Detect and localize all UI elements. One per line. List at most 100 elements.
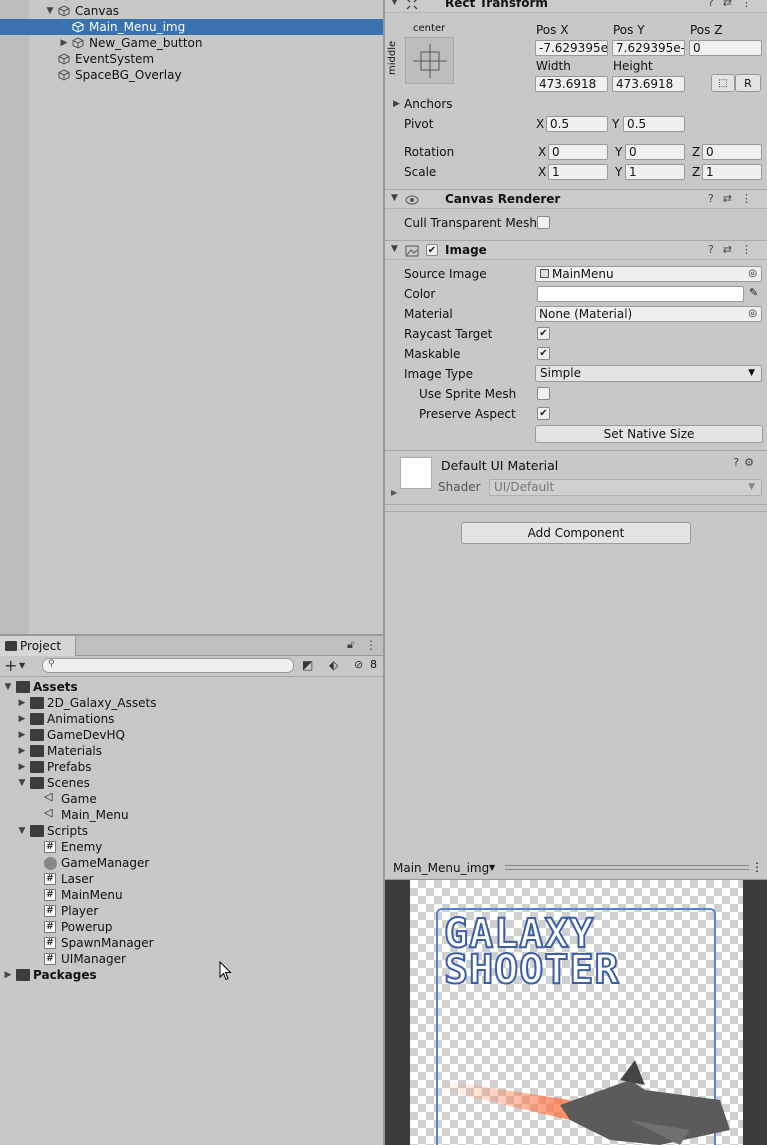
hierarchy-item-spacebg-overlay[interactable]: SpaceBG_Overlay [0, 67, 383, 83]
preserve-aspect-checkbox[interactable]: ✔ [537, 407, 550, 420]
raw-edit-button[interactable]: R [735, 74, 761, 92]
project-item-mainmenu[interactable]: # MainMenu [0, 887, 383, 903]
source-image-field[interactable]: MainMenu ◎ [535, 266, 762, 282]
rotation-y-field[interactable]: 0 [625, 144, 685, 160]
fold-arrow-icon[interactable]: ▼ [391, 0, 398, 7]
set-native-size-button[interactable]: Set Native Size [535, 425, 763, 443]
expand-arrow-icon[interactable]: ▼ [16, 775, 28, 791]
expand-arrow-icon[interactable]: ▶ [16, 711, 28, 727]
chevron-down-icon[interactable]: ▼ [19, 661, 25, 670]
lock-icon[interactable]: 🔓︎ [347, 638, 354, 652]
pos-z-field[interactable]: 0 [689, 40, 762, 56]
hidden-packages-icon[interactable]: ⊘ [354, 658, 363, 671]
project-item-uimanager[interactable]: # UIManager [0, 951, 383, 967]
raycast-target-checkbox[interactable]: ✔ [537, 327, 550, 340]
kebab-menu-icon[interactable]: ⋮ [365, 638, 377, 652]
search-input[interactable]: ⚲ [42, 658, 294, 673]
fold-arrow-icon[interactable]: ▼ [391, 193, 398, 203]
project-item-main-menu[interactable]: ◁ Main_Menu [0, 807, 383, 823]
project-item-player[interactable]: # Player [0, 903, 383, 919]
project-item-gamedevhq[interactable]: ▶ GameDevHQ [0, 727, 383, 743]
expand-arrow-icon[interactable]: ▶ [16, 743, 28, 759]
anchors-label[interactable]: Anchors [404, 97, 453, 111]
expand-arrow-icon[interactable]: ▶ [16, 727, 28, 743]
expand-arrow-icon[interactable]: ▶ [16, 695, 28, 711]
shader-dropdown[interactable]: UI/Default ▼ [489, 479, 762, 496]
component-menu-icons[interactable]: ?⇄⋮ [708, 243, 761, 256]
project-item-powerup[interactable]: # Powerup [0, 919, 383, 935]
material-menu-icons[interactable]: ?⚙ [733, 456, 759, 469]
use-sprite-mesh-checkbox[interactable] [537, 387, 550, 400]
material-field[interactable]: None (Material) ◎ [535, 306, 762, 322]
chevron-down-icon[interactable]: ▼ [489, 863, 495, 872]
project-item-2d-galaxy-assets[interactable]: ▶ 2D_Galaxy_Assets [0, 695, 383, 711]
hierarchy-item-main-menu-img[interactable]: Main_Menu_img [0, 19, 383, 35]
preview-drag-handle[interactable] [505, 865, 749, 870]
fold-arrow-icon[interactable]: ▼ [391, 244, 398, 254]
project-item-laser[interactable]: # Laser [0, 871, 383, 887]
tab-project[interactable]: Project [0, 636, 76, 656]
scale-z-field[interactable]: 1 [702, 164, 762, 180]
project-item-enemy[interactable]: # Enemy [0, 839, 383, 855]
pos-y-field[interactable]: 7.629395e-( [612, 40, 685, 56]
create-plus-icon[interactable]: + [4, 656, 17, 675]
object-picker-icon[interactable]: ◎ [748, 307, 757, 321]
maskable-checkbox[interactable]: ✔ [537, 347, 550, 360]
expand-arrow-icon[interactable]: ▼ [44, 3, 56, 19]
expand-arrow-icon[interactable]: ▶ [58, 35, 70, 51]
pivot-x-field[interactable]: 0.5 [546, 116, 608, 132]
folder-icon [5, 641, 17, 651]
project-item-prefabs[interactable]: ▶ Prefabs [0, 759, 383, 775]
project-item-label: SpawnManager [61, 936, 154, 950]
project-item-materials[interactable]: ▶ Materials [0, 743, 383, 759]
hierarchy-item-canvas[interactable]: ▼ Canvas [0, 3, 383, 19]
expand-arrow-icon[interactable]: ▶ [2, 967, 14, 983]
rotation-x-field[interactable]: 0 [548, 144, 608, 160]
expand-arrow-icon[interactable]: ▶ [391, 488, 397, 497]
expand-arrow-icon[interactable]: ▼ [2, 679, 14, 695]
eyedropper-icon[interactable]: ✎ [749, 286, 758, 299]
canvas-renderer-header[interactable]: ▼ Canvas Renderer ?⇄⋮ [385, 189, 767, 209]
preview-title[interactable]: Main_Menu_img [393, 861, 489, 875]
project-item-spawnmanager[interactable]: # SpawnManager [0, 935, 383, 951]
anchor-preset-button[interactable] [405, 37, 454, 84]
project-item-scenes[interactable]: ▼ Scenes [0, 775, 383, 791]
script-icon: # [44, 921, 56, 933]
project-item-scripts[interactable]: ▼ Scripts [0, 823, 383, 839]
hierarchy-item-new-game-button[interactable]: ▶ New_Game_button [0, 35, 383, 51]
expand-arrow-icon[interactable]: ▶ [16, 759, 28, 775]
project-item-game[interactable]: ◁ Game [0, 791, 383, 807]
project-item-gamemanager[interactable]: GameManager [0, 855, 383, 871]
image-type-dropdown[interactable]: Simple ▼ [535, 365, 762, 382]
pivot-y-field[interactable]: 0.5 [623, 116, 685, 132]
scale-y-field[interactable]: 1 [625, 164, 685, 180]
component-menu-icons[interactable]: ?⇄⋮ [708, 0, 761, 9]
expand-arrow-icon[interactable]: ▼ [16, 823, 28, 839]
object-picker-icon[interactable]: ◎ [748, 267, 757, 281]
color-swatch[interactable] [537, 286, 744, 302]
rotation-z-field[interactable]: 0 [702, 144, 762, 160]
component-menu-icons[interactable]: ?⇄⋮ [708, 192, 761, 205]
script-icon: # [44, 953, 56, 965]
kebab-menu-icon[interactable]: ⋮ [751, 860, 763, 874]
project-item-packages[interactable]: ▶ Packages [0, 967, 383, 983]
width-field[interactable]: 473.6918 [535, 76, 608, 92]
filter-by-label-icon[interactable]: ⬖ [329, 658, 338, 672]
anchors-expand-icon[interactable]: ▶ [393, 99, 400, 109]
pos-x-field[interactable]: -7.629395e- [535, 40, 608, 56]
hierarchy-item-eventsystem[interactable]: EventSystem [0, 51, 383, 67]
cull-transparent-mesh-checkbox[interactable] [537, 216, 550, 229]
project-item-animations[interactable]: ▶ Animations [0, 711, 383, 727]
height-field[interactable]: 473.6918 [612, 76, 685, 92]
maskable-label: Maskable [404, 347, 461, 361]
add-component-button[interactable]: Add Component [461, 522, 691, 544]
preview-canvas: GALAXY SHOOTER [410, 880, 743, 1145]
image-enabled-checkbox[interactable]: ✔ [426, 244, 438, 256]
project-item-assets[interactable]: ▼ Assets [0, 679, 383, 695]
filter-by-type-icon[interactable]: ◩ [302, 658, 313, 672]
project-item-label: Main_Menu [61, 808, 129, 822]
rect-transform-header[interactable]: ▼ Rect Transform ?⇄⋮ [385, 0, 767, 13]
image-header[interactable]: ▼ ✔ Image ?⇄⋮ [385, 240, 767, 260]
blueprint-mode-button[interactable]: ⬚ [711, 74, 735, 92]
scale-x-field[interactable]: 1 [548, 164, 608, 180]
